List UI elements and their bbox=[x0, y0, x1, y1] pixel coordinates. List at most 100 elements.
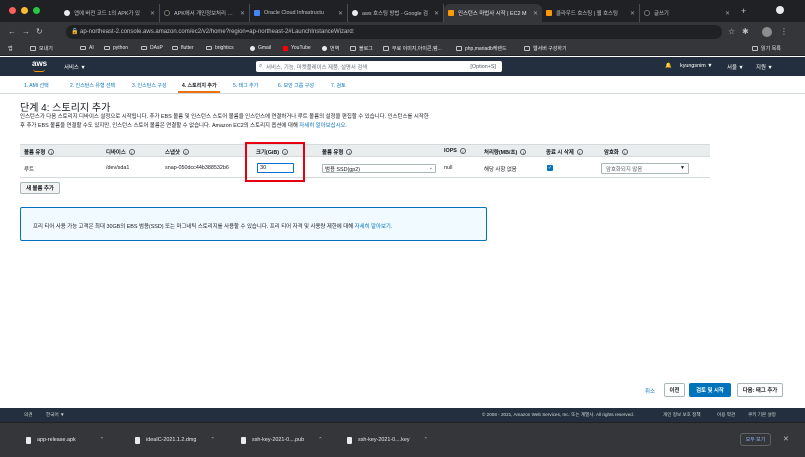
bookmark-folder[interactable]: 모내기 bbox=[30, 45, 53, 52]
info-icon[interactable]: i bbox=[459, 148, 466, 154]
next-add-tags-button[interactable]: 다음: 태그 추가 bbox=[737, 383, 783, 397]
close-icon[interactable]: ✕ bbox=[783, 435, 789, 443]
back-arrow-icon[interactable]: ← bbox=[8, 27, 16, 36]
ebs-volume-type-select[interactable]: 범용 SSD(gp2) ⌄ bbox=[322, 164, 436, 173]
chevron-up-icon[interactable]: ⌃ bbox=[424, 437, 429, 443]
info-icon[interactable]: i bbox=[576, 149, 583, 155]
delete-on-termination-checkbox[interactable]: ✓ bbox=[547, 165, 553, 171]
browser-tab-7[interactable]: 글쓰기 ✕ bbox=[640, 4, 734, 22]
services-menu[interactable]: 서비스 ▼ bbox=[64, 63, 86, 71]
aws-search-input[interactable]: ⌕ 서비스, 기능, 마켓플레이스 제품, 설명서 검색 [Option+S] bbox=[256, 61, 502, 72]
info-icon[interactable]: i bbox=[48, 149, 55, 155]
folder-icon bbox=[524, 46, 530, 51]
browser-tab-2[interactable]: APK에서 개인정보처리 방침 ✕ bbox=[160, 4, 250, 22]
bookmark-gmail[interactable]: Gmail bbox=[250, 45, 271, 51]
support-menu[interactable]: 지원 ▼ bbox=[756, 63, 773, 71]
language-select[interactable]: 한국어 ▼ bbox=[46, 412, 65, 418]
column-delete-on-termination: 종료 시 삭제 i bbox=[546, 148, 583, 156]
file-icon bbox=[135, 436, 140, 444]
tab-close-icon[interactable]: ✕ bbox=[338, 10, 343, 17]
browser-tab-5-active[interactable]: 인스턴스 마법사 시작 | EC2 M ✕ bbox=[444, 4, 542, 22]
step-add-storage[interactable]: 4. 스토리지 추가 bbox=[182, 82, 217, 89]
tab-search-icon[interactable] bbox=[776, 6, 784, 14]
step-instance-type[interactable]: 2. 인스턴스 유형 선택 bbox=[70, 82, 115, 89]
bookmark-folder[interactable]: 웹서버 구성하기 bbox=[524, 45, 567, 52]
download-item[interactable]: ideaIC-2021.1.2.dmg ⌃ bbox=[135, 435, 215, 445]
step-ami[interactable]: 1. AMI 선택 bbox=[24, 82, 49, 89]
feedback-link[interactable]: 의견 bbox=[24, 412, 32, 418]
extension-icon[interactable]: ✱ bbox=[742, 27, 749, 36]
step-configure-instance[interactable]: 3. 인스턴스 구성 bbox=[132, 82, 167, 89]
info-icon[interactable]: i bbox=[520, 149, 527, 155]
chevron-up-icon[interactable]: ⌃ bbox=[210, 437, 215, 443]
browser-tab-4[interactable]: aws 호스팅 방법 - Google 검 ✕ bbox=[348, 4, 444, 22]
forward-arrow-icon[interactable]: → bbox=[22, 27, 30, 36]
tab-close-icon[interactable]: ✕ bbox=[630, 10, 635, 17]
browser-menu-icon[interactable]: ⋮ bbox=[780, 27, 788, 36]
privacy-policy-link[interactable]: 개인 정보 보호 정책 bbox=[663, 412, 701, 418]
download-item[interactable]: app-release.apk ⌃ bbox=[26, 435, 104, 445]
size-gib-input[interactable] bbox=[257, 163, 294, 173]
bookmark-folder[interactable]: 블로그 bbox=[350, 45, 373, 52]
profile-avatar[interactable] bbox=[762, 27, 772, 37]
browser-tab-strip: 앱에 버전 코드 1의 APK가 있 ✕ APK에서 개인정보처리 방침 ✕ Ora… bbox=[0, 0, 805, 22]
account-menu[interactable]: kyungsnim ▼ bbox=[680, 63, 713, 69]
info-icon[interactable]: i bbox=[621, 149, 628, 155]
region-menu[interactable]: 서울 ▼ bbox=[727, 63, 744, 71]
bookmark-youtube[interactable]: YouTube bbox=[283, 45, 311, 51]
browser-tab-1[interactable]: 앱에 버전 코드 1의 APK가 있 ✕ bbox=[60, 4, 160, 22]
bookmark-folder[interactable]: python bbox=[104, 45, 128, 51]
terms-link[interactable]: 이용 약관 bbox=[717, 412, 735, 418]
new-tab-icon[interactable]: + bbox=[741, 6, 746, 16]
tab-close-icon[interactable]: ✕ bbox=[533, 10, 538, 17]
folder-icon bbox=[141, 45, 147, 51]
info-icon[interactable]: i bbox=[346, 149, 353, 155]
reload-icon[interactable]: ↻ bbox=[36, 27, 43, 36]
folder-icon bbox=[30, 46, 36, 51]
tab-close-icon[interactable]: ✕ bbox=[725, 10, 730, 17]
aws-logo[interactable]: aws bbox=[32, 59, 47, 68]
close-window-button[interactable] bbox=[9, 7, 16, 14]
step-review[interactable]: 7. 검토 bbox=[331, 82, 346, 89]
column-encryption: 암호화 i bbox=[604, 148, 628, 156]
storage-table-header: 볼륨 유형 i 디바이스 i 스냅샷 i 크기(GiB) i 볼륨 유형 i IOPS i … bbox=[20, 144, 710, 157]
browser-tab-6[interactable]: 클라우드 호스팅 | 웹 호스팅 ✕ bbox=[542, 4, 640, 22]
step-add-tags[interactable]: 5. 태그 추가 bbox=[233, 82, 258, 89]
bookmark-folder[interactable]: flutter bbox=[172, 45, 194, 51]
bookmark-translate[interactable]: 번역 bbox=[322, 45, 339, 52]
info-icon[interactable]: i bbox=[128, 149, 135, 155]
minimize-window-button[interactable] bbox=[21, 7, 28, 14]
add-new-volume-button[interactable]: 새 볼륨 추가 bbox=[20, 182, 60, 194]
bookmark-apps[interactable]: 앱 bbox=[8, 45, 13, 52]
show-all-downloads-button[interactable]: 모두 보기 bbox=[740, 433, 771, 446]
storage-options-link[interactable]: 자세히 알아보십시오. bbox=[299, 123, 347, 129]
bookmark-star-icon[interactable]: ☆ bbox=[728, 27, 735, 36]
cookie-preferences-link[interactable]: 쿠키 기본 설정 bbox=[748, 412, 776, 418]
bookmark-folder[interactable]: php,mariadb케렌드 bbox=[456, 45, 507, 52]
review-and-launch-button[interactable]: 검토 및 시작 bbox=[689, 383, 731, 397]
bookmark-folder[interactable]: AI bbox=[80, 45, 94, 51]
zoom-window-button[interactable] bbox=[33, 7, 40, 14]
chevron-up-icon[interactable]: ⌃ bbox=[100, 437, 105, 443]
tab-close-icon[interactable]: ✕ bbox=[240, 10, 245, 17]
chevron-up-icon[interactable]: ⌃ bbox=[318, 437, 323, 443]
download-item[interactable]: ssh-key-2021-0....pub ⌃ bbox=[241, 435, 323, 445]
bookmark-folder[interactable]: DAsP bbox=[141, 45, 163, 51]
cancel-link[interactable]: 취소 bbox=[645, 387, 655, 395]
notification-bell-icon[interactable]: 🔔 bbox=[665, 63, 672, 69]
tab-close-icon[interactable]: ✕ bbox=[150, 10, 155, 17]
bookmark-folder[interactable]: brightics bbox=[206, 45, 234, 51]
bookmark-folder[interactable]: 무료 이미지,아이콘,템... bbox=[383, 45, 442, 52]
folder-icon bbox=[104, 45, 110, 51]
download-item[interactable]: ssh-key-2021-0....key ⌃ bbox=[347, 435, 428, 445]
url-input[interactable]: 🔒 ap-northeast-2.console.aws.amazon.com/… bbox=[66, 25, 722, 39]
step-security-group[interactable]: 6. 보안 그룹 구성 bbox=[278, 82, 314, 89]
previous-button[interactable]: 이전 bbox=[664, 383, 685, 397]
encryption-select[interactable]: 암호화되지 않음 ▼ bbox=[601, 163, 689, 174]
tab-close-icon[interactable]: ✕ bbox=[434, 10, 439, 17]
browser-tab-3[interactable]: Oracle Cloud Infrastructu ✕ bbox=[250, 4, 348, 22]
info-icon[interactable]: i bbox=[182, 149, 189, 155]
reading-list[interactable]: 읽기 목록 bbox=[752, 45, 781, 52]
free-tier-learn-more-link[interactable]: 자세히 알아보기. bbox=[355, 224, 393, 230]
column-iops: IOPS i bbox=[444, 148, 466, 154]
